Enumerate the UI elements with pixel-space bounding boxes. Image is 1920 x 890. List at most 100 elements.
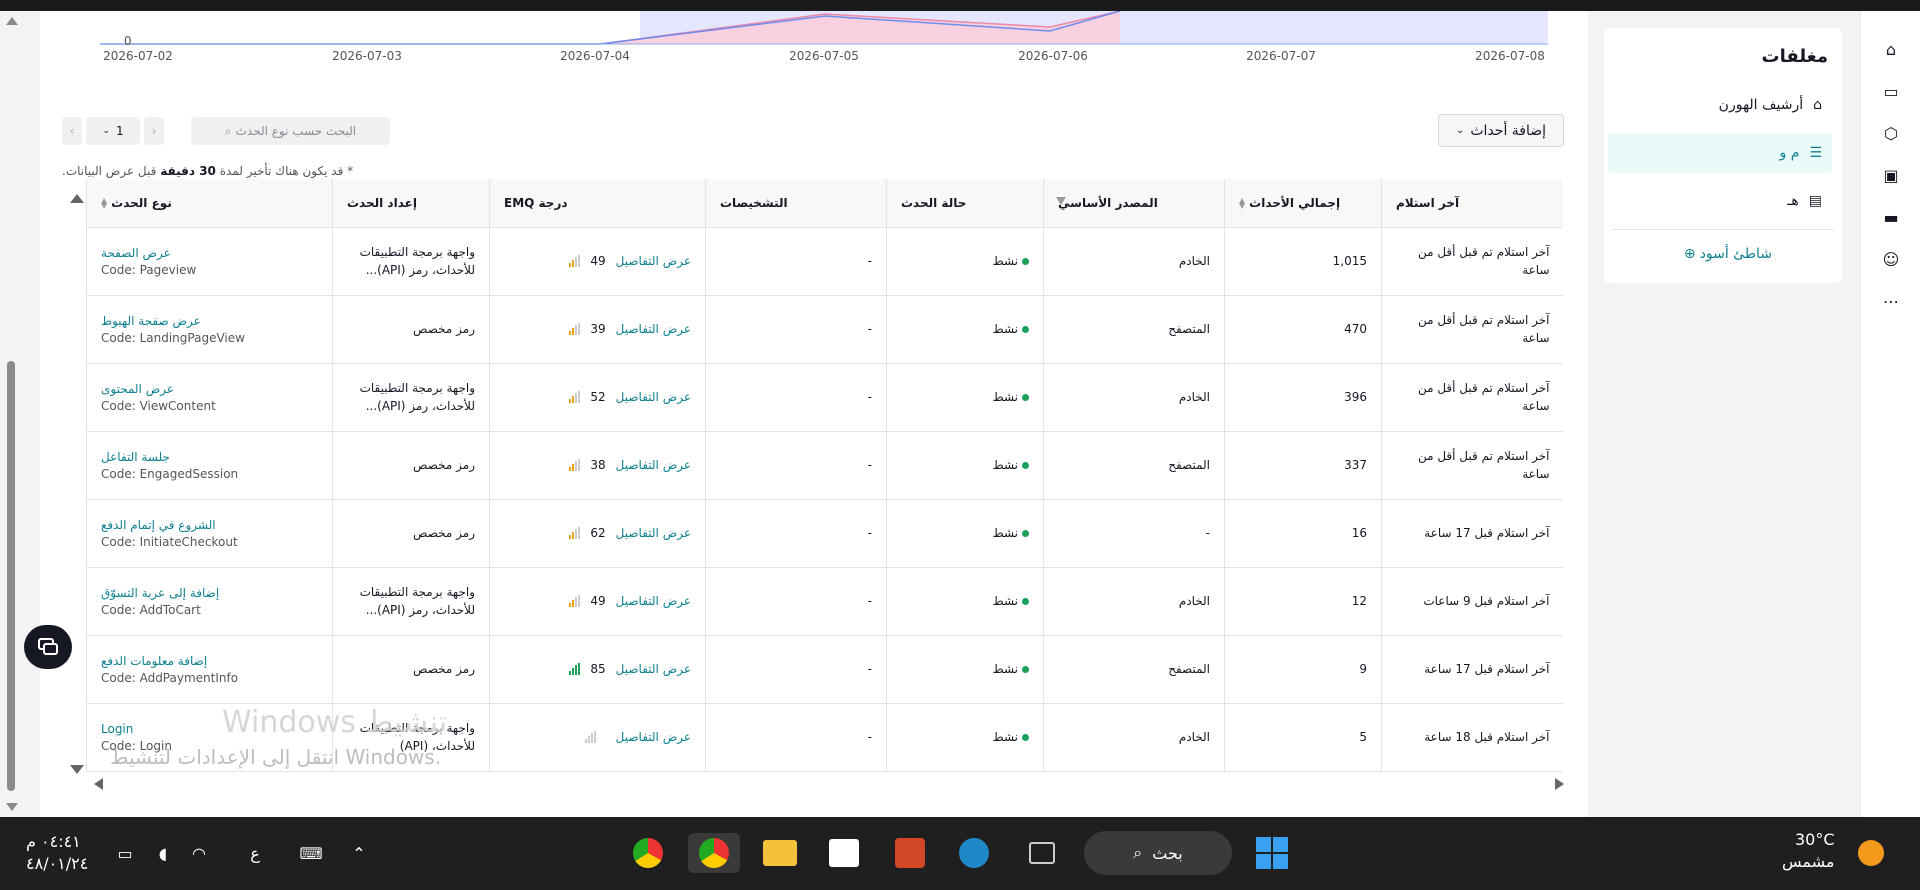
cell-event-type[interactable]: جلسة التفاعل Code: EngagedSession xyxy=(86,431,333,500)
task-view-icon[interactable] xyxy=(1020,833,1064,873)
sort-icon[interactable]: ▲ ▼ xyxy=(1239,197,1245,210)
view-details-link[interactable]: عرض التفاصيل xyxy=(616,730,691,744)
table-row[interactable]: إضافة معلومات الدفع Code: AddPaymentInfo ر… xyxy=(86,635,1563,704)
event-name-link[interactable]: عرض الصفحة xyxy=(101,246,318,260)
table-vertical-scroll[interactable] xyxy=(66,194,86,784)
table-horizontal-scroll[interactable] xyxy=(94,776,1564,792)
cell-event-type[interactable]: عرض الصفحة Code: Pageview xyxy=(86,227,333,296)
prev-page-icon[interactable]: ‹ xyxy=(62,117,82,145)
campaign-icon[interactable]: ▭ xyxy=(1879,79,1903,103)
col-event-type[interactable]: ▲ ▼ نوع الحدث xyxy=(86,179,333,228)
file-explorer-icon[interactable] xyxy=(758,833,802,873)
event-name-link[interactable]: جلسة التفاعل xyxy=(101,450,318,464)
cell-diagnostics: - xyxy=(705,227,887,296)
cell-event-setup: رمز مخصص xyxy=(332,635,490,704)
wifi-icon[interactable]: ◠ xyxy=(184,833,214,873)
table-scroll-up-icon[interactable] xyxy=(70,194,84,203)
cell-diagnostics: - xyxy=(705,703,887,772)
scroll-up-arrow-icon[interactable] xyxy=(6,17,18,25)
cell-event-type[interactable]: عرض صفحة الهبوط Code: LandingPageView xyxy=(86,295,333,364)
cell-status: نشط xyxy=(886,635,1044,704)
chevron-up-icon[interactable]: ⌃ xyxy=(344,833,374,873)
plus-circle-icon: ⊕ xyxy=(1683,246,1696,262)
search-icon: ⌕ xyxy=(224,123,232,138)
sort-icon[interactable]: ▲ ▼ xyxy=(101,197,107,210)
sidebar-item-store[interactable]: ▤ هـ xyxy=(1608,181,1832,221)
clock-time: ٠٤:٤١ م xyxy=(26,832,81,851)
add-events-button[interactable]: إضافة أحداث ⌄ xyxy=(1438,114,1564,147)
store-icon[interactable] xyxy=(822,833,866,873)
volume-icon[interactable]: ◖ xyxy=(148,833,178,873)
windows-start-icon[interactable] xyxy=(1250,833,1294,873)
chat-support-button[interactable] xyxy=(24,625,72,669)
event-name-link[interactable]: الشروع في إتمام الدفع xyxy=(101,518,318,532)
user-icon[interactable]: ☺ xyxy=(1879,247,1903,271)
sidebar-item-label: هـ xyxy=(1787,193,1799,209)
view-details-link[interactable]: عرض التفاصيل xyxy=(616,390,691,404)
powerpoint-icon[interactable] xyxy=(888,833,932,873)
cell-total-events: 396 xyxy=(1224,363,1382,432)
cell-event-type[interactable]: عرض المحتوى Code: ViewContent xyxy=(86,363,333,432)
col-total-events-label: إجمالي الأحداث xyxy=(1249,195,1341,210)
view-details-link[interactable]: عرض التفاصيل xyxy=(616,322,691,336)
windows-taskbar: ٠٤:٤١ م ٤٨/٠١/٢٤ ▭ ◖ ◠ ع ⌨ ⌃ بحث ⌕ 30°C مشم… xyxy=(0,817,1920,890)
box-icon[interactable]: ⬡ xyxy=(1879,121,1903,145)
x-tick-label: 2026-07-08 xyxy=(1475,49,1545,63)
scroll-right-icon[interactable] xyxy=(1555,778,1564,790)
search-placeholder: البحث حسب نوع الحدث xyxy=(235,124,357,138)
view-details-link[interactable]: عرض التفاصيل xyxy=(616,526,691,540)
view-details-link[interactable]: عرض التفاصيل xyxy=(616,458,691,472)
cell-last-received: آخر استلام قبل 17 ساعة xyxy=(1381,499,1563,568)
status-dot-icon xyxy=(1022,529,1029,537)
status-dot-icon xyxy=(1022,597,1029,605)
more-icon[interactable]: ⋯ xyxy=(1879,289,1903,313)
cell-emq: عرض التفاصيل 49 xyxy=(489,227,706,296)
cell-event-type[interactable]: إضافة معلومات الدفع Code: AddPaymentInfo xyxy=(86,635,333,704)
table-row[interactable]: الشروع في إتمام الدفع Code: InitiateCheck… xyxy=(86,499,1563,568)
page-scrollbar[interactable] xyxy=(0,11,23,817)
col-primary-source[interactable]: المصدر الأساسي xyxy=(1043,179,1225,228)
cell-event-type[interactable]: إضافة إلى عربة التسوّق Code: AddToCart xyxy=(86,567,333,636)
next-page-icon[interactable]: › xyxy=(144,117,164,145)
event-name-link[interactable]: إضافة معلومات الدفع xyxy=(101,654,318,668)
table-row[interactable]: عرض المحتوى Code: ViewContent واجهة برمجة … xyxy=(86,363,1563,432)
event-type-search-input[interactable]: البحث حسب نوع الحدث ⌕ xyxy=(191,117,390,145)
view-details-link[interactable]: عرض التفاصيل xyxy=(616,254,691,268)
taskbar-search[interactable]: بحث ⌕ xyxy=(1084,831,1232,875)
chrome-profile-icon[interactable] xyxy=(688,833,740,873)
black-beach-link[interactable]: ⊕ شاطئ أسود xyxy=(1684,246,1772,262)
weather-widget[interactable]: 30°C مشمس xyxy=(1782,829,1835,873)
event-name-link[interactable]: عرض المحتوى xyxy=(101,382,318,396)
scroll-thumb[interactable] xyxy=(7,361,15,791)
scroll-down-arrow-icon[interactable] xyxy=(6,803,18,811)
cell-event-type[interactable]: الشروع في إتمام الدفع Code: InitiateCheck… xyxy=(86,499,333,568)
sidebar-item-archive[interactable]: ⌂ أرشيف الهورن xyxy=(1608,85,1832,125)
table-row[interactable]: جلسة التفاعل Code: EngagedSession رمز مخصص… xyxy=(86,431,1563,500)
delay-note: * قد يكون هناك تأخير لمدة 30 دقيقة قبل ع… xyxy=(62,164,1262,178)
filter-icon[interactable] xyxy=(1056,197,1066,205)
table-scroll-down-icon[interactable] xyxy=(70,765,84,774)
image-icon[interactable]: ▣ xyxy=(1879,163,1903,187)
event-name-link[interactable]: إضافة إلى عربة التسوّق xyxy=(101,586,318,600)
scroll-left-icon[interactable] xyxy=(94,778,103,790)
view-details-link[interactable]: عرض التفاصيل xyxy=(616,662,691,676)
table-row[interactable]: إضافة إلى عربة التسوّق Code: AddToCart واج… xyxy=(86,567,1563,636)
taskbar-clock[interactable]: ٠٤:٤١ م ٤٨/٠١/٢٤ xyxy=(26,831,88,875)
event-name-link[interactable]: عرض صفحة الهبوط xyxy=(101,314,318,328)
edge-icon[interactable] xyxy=(952,833,996,873)
col-total-events[interactable]: ▲ ▼ إجمالي الأحداث xyxy=(1224,179,1382,228)
home-icon[interactable]: ⌂ xyxy=(1879,37,1903,61)
keyboard-icon[interactable]: ⌨ xyxy=(296,833,326,873)
chrome-icon[interactable] xyxy=(626,833,670,873)
event-code: Code: InitiateCheckout xyxy=(101,534,238,549)
battery-icon[interactable]: ▭ xyxy=(110,833,140,873)
sidebar-item-events[interactable]: ☰ م و xyxy=(1608,133,1832,173)
sun-icon xyxy=(1856,833,1886,873)
view-details-link[interactable]: عرض التفاصيل xyxy=(616,594,691,608)
table-row[interactable]: عرض الصفحة Code: Pageview واجهة برمجة التط… xyxy=(86,227,1563,296)
page-select[interactable]: ⌄ 1 xyxy=(86,117,140,145)
sidebar-item-label: م و xyxy=(1779,145,1800,161)
input-language[interactable]: ع xyxy=(240,833,270,873)
table-row[interactable]: عرض صفحة الهبوط Code: LandingPageView رمز … xyxy=(86,295,1563,364)
wallet-icon[interactable]: ▬ xyxy=(1879,205,1903,229)
